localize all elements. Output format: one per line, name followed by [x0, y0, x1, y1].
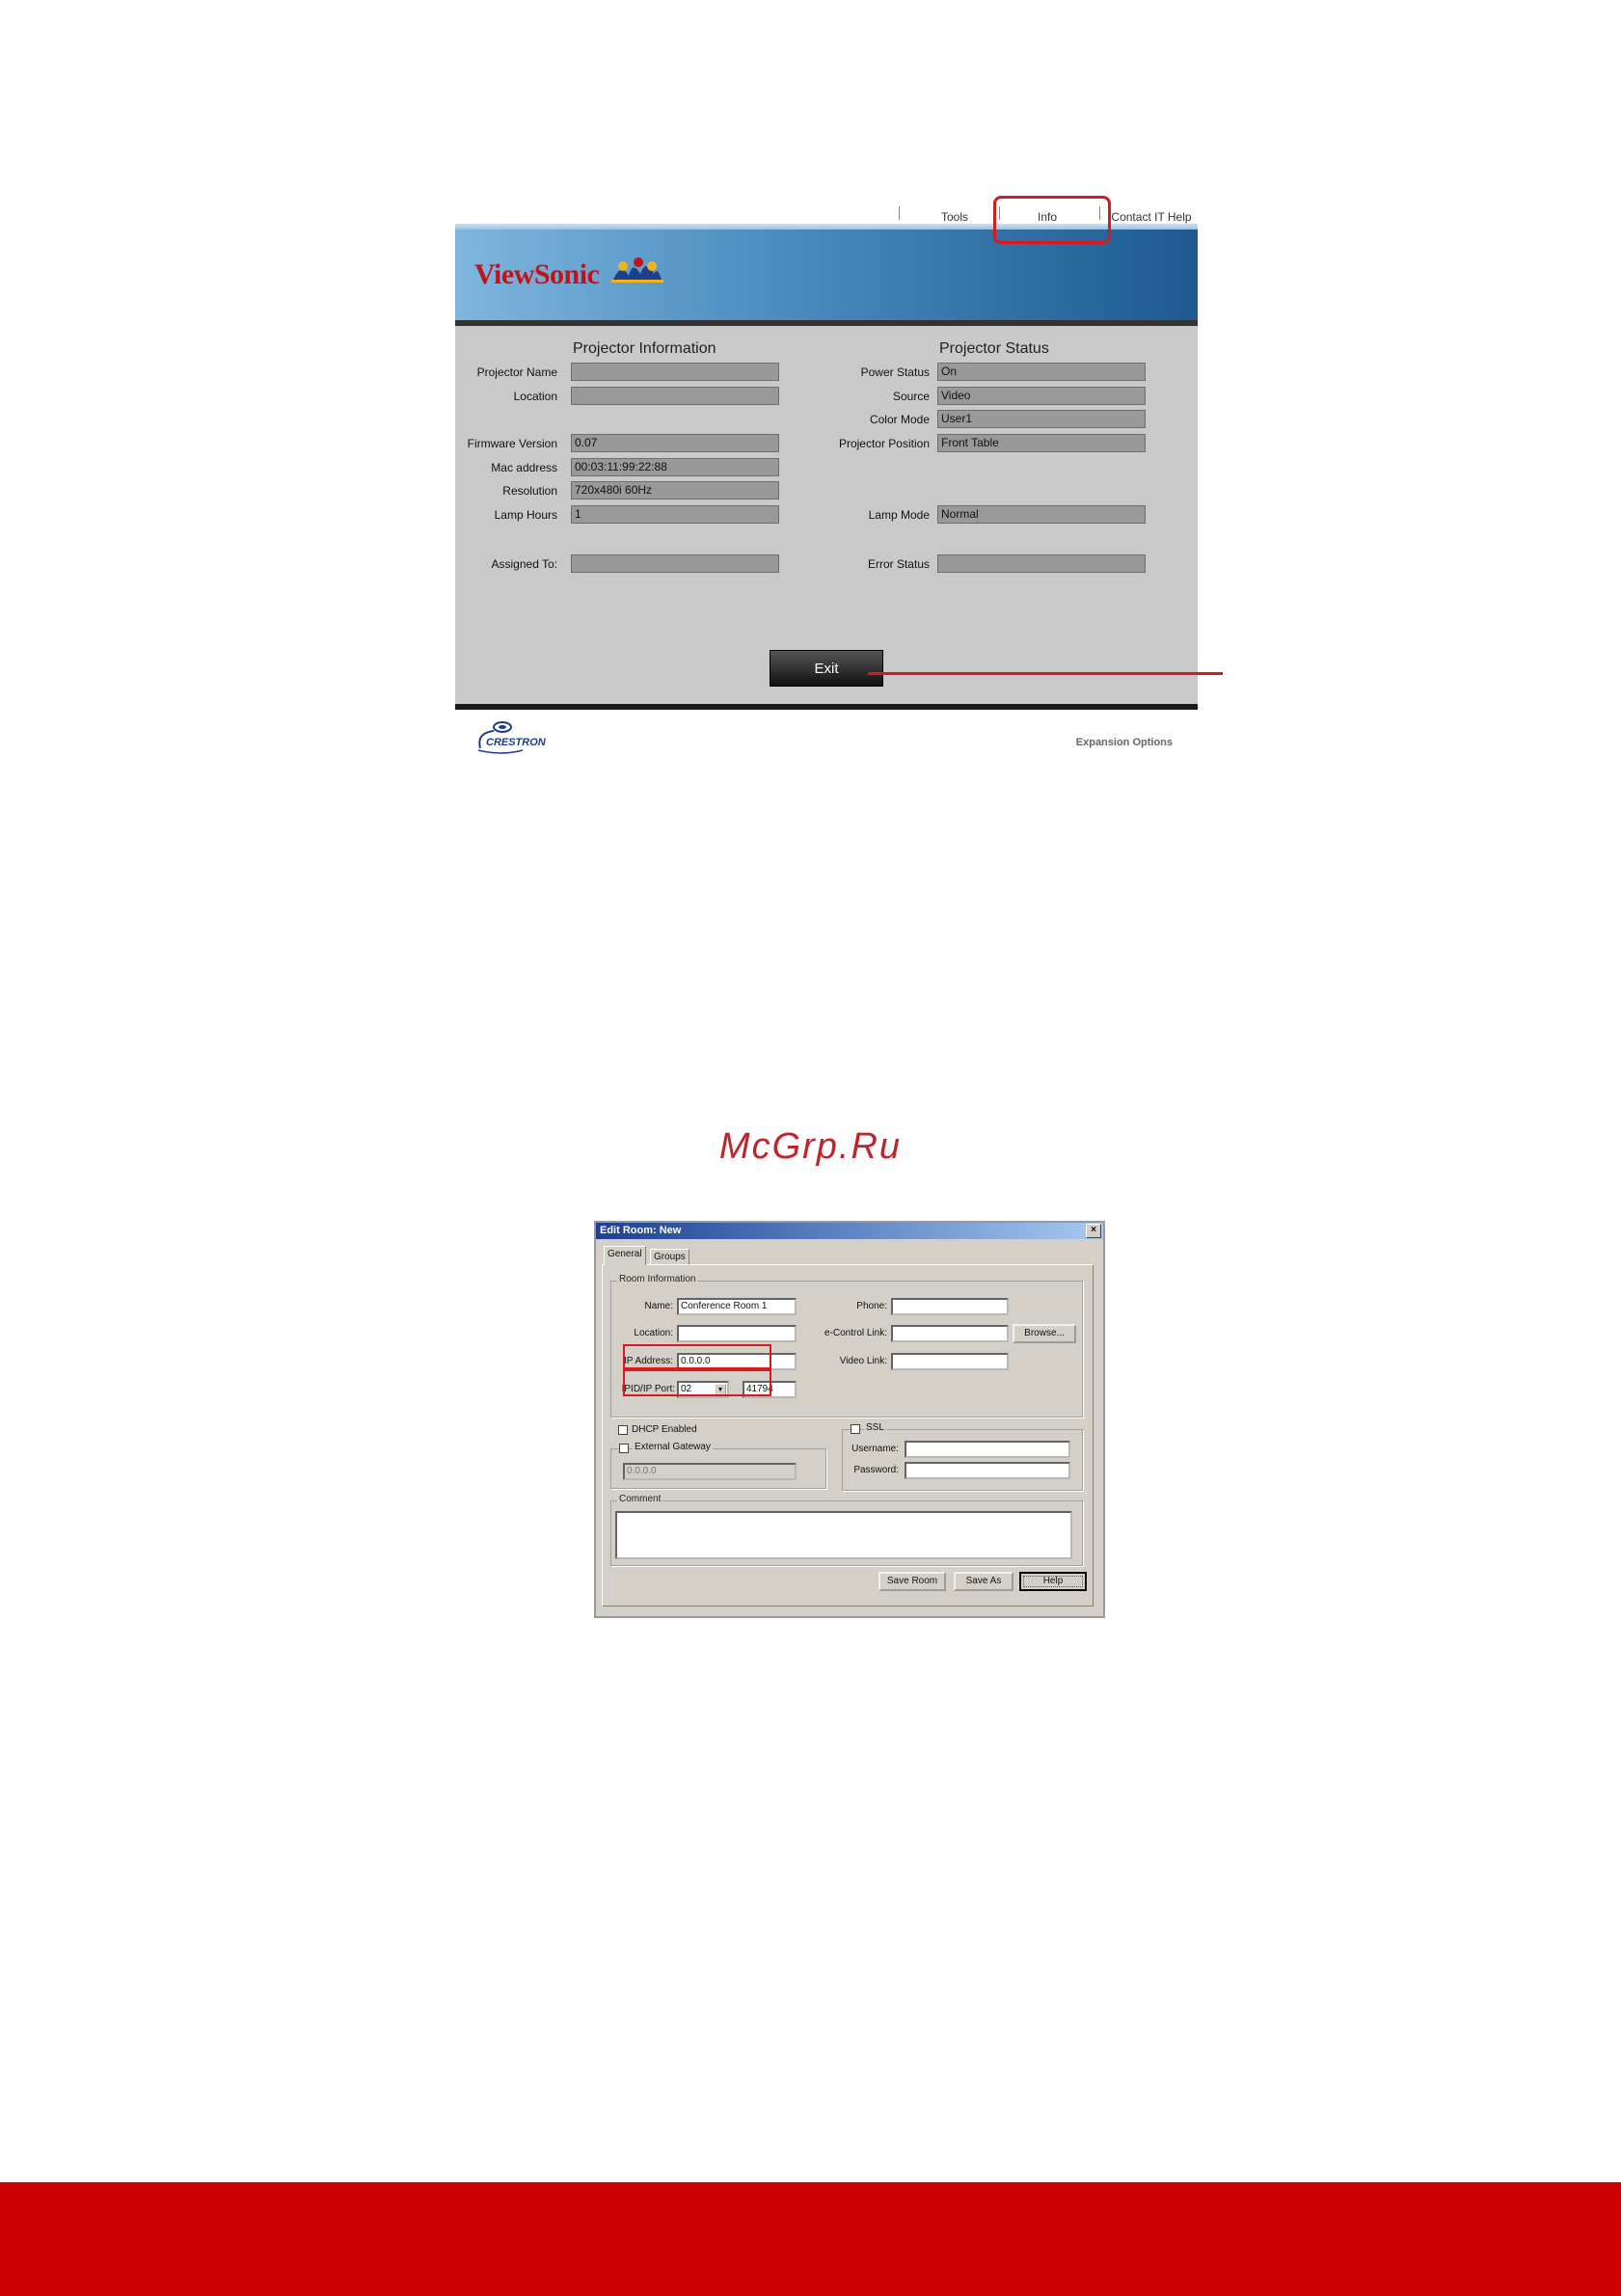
- phone-input[interactable]: [891, 1298, 1009, 1315]
- edit-room-dialog: Edit Room: New × General Groups Room Inf…: [594, 1221, 1105, 1618]
- tab-groups[interactable]: Groups: [650, 1249, 689, 1265]
- ipid-port-callout: [623, 1369, 771, 1396]
- nav-tools-link[interactable]: Tools: [926, 210, 984, 224]
- info-panel: Projector Information Projector Status P…: [455, 326, 1198, 704]
- footer-band: [0, 2182, 1621, 2296]
- color-mode-value: User1: [937, 410, 1146, 428]
- resolution-value: 720x480i 60Hz: [571, 481, 779, 500]
- phone-label: Phone:: [856, 1301, 887, 1311]
- field-label: Firmware Version: [467, 437, 557, 450]
- expansion-options-link[interactable]: Expansion Options: [1076, 737, 1173, 748]
- username-label: Username:: [851, 1444, 899, 1454]
- name-label: Name:: [644, 1301, 673, 1311]
- mac-address-value: 00:03:11:99:22:88: [571, 458, 779, 476]
- field-label: Power Status: [860, 365, 930, 379]
- external-gateway-label: External Gateway: [633, 1442, 713, 1452]
- projector-web-ui: Tools Info Contact IT Help ViewSonic Pro…: [455, 201, 1198, 760]
- username-input[interactable]: [905, 1441, 1070, 1458]
- general-tab-page: Room Information Name: Conference Room 1…: [602, 1264, 1094, 1607]
- room-information-label: Room Information: [617, 1274, 698, 1284]
- password-label: Password:: [853, 1465, 899, 1475]
- dialog-title: Edit Room: New: [600, 1225, 682, 1236]
- location-input[interactable]: [677, 1325, 797, 1342]
- field-label: Location: [513, 390, 557, 403]
- dialog-titlebar: Edit Room: New ×: [596, 1223, 1103, 1239]
- save-room-button[interactable]: Save Room: [878, 1572, 946, 1591]
- lamp-hours-value: 1: [571, 505, 779, 524]
- field-label: Error Status: [867, 557, 930, 571]
- gateway-group: External Gateway 0.0.0.0: [610, 1442, 826, 1489]
- ssl-label: SSL: [864, 1422, 886, 1433]
- help-button[interactable]: Help: [1019, 1572, 1087, 1591]
- birds-logo-icon: [611, 257, 663, 283]
- field-label: Lamp Hours: [494, 508, 557, 522]
- firmware-version-value: 0.07: [571, 434, 779, 452]
- external-gateway-checkbox[interactable]: [619, 1444, 629, 1453]
- location-label: Location:: [634, 1328, 673, 1338]
- nav-contact-link[interactable]: Contact IT Help: [1107, 210, 1196, 224]
- error-status-value: [937, 554, 1146, 573]
- projector-information-title: Projector Information: [573, 340, 716, 357]
- gateway-input: 0.0.0.0: [623, 1463, 797, 1480]
- browse-button[interactable]: Browse...: [1013, 1324, 1076, 1343]
- save-as-button[interactable]: Save As: [954, 1572, 1013, 1591]
- field-label: Resolution: [502, 484, 557, 498]
- exit-callout-line: [868, 672, 1223, 675]
- watermark-text: McGrp.Ru: [718, 1126, 903, 1167]
- close-icon[interactable]: ×: [1086, 1224, 1101, 1238]
- power-status-value: On: [937, 363, 1146, 381]
- video-link-label: Video Link:: [839, 1356, 887, 1366]
- field-label: Projector Name: [476, 365, 557, 379]
- ip-address-callout: [623, 1344, 771, 1369]
- lamp-mode-value: Normal: [937, 505, 1146, 524]
- name-input[interactable]: Conference Room 1: [677, 1298, 797, 1315]
- field-label: Source: [892, 390, 930, 403]
- password-input[interactable]: [905, 1462, 1070, 1479]
- comment-textarea[interactable]: [615, 1511, 1072, 1559]
- nav-separator: [899, 206, 900, 220]
- ssl-checkbox[interactable]: [851, 1424, 860, 1434]
- econtrol-link-input[interactable]: [891, 1325, 1009, 1342]
- info-callout-highlight: [993, 196, 1111, 244]
- location-value: [571, 387, 779, 405]
- field-label: Projector Position: [838, 437, 930, 450]
- tab-general[interactable]: General: [604, 1246, 646, 1265]
- video-link-input[interactable]: [891, 1353, 1009, 1370]
- projector-position-value: Front Table: [937, 434, 1146, 452]
- projector-name-value: [571, 363, 779, 381]
- ssl-group: SSL Username: Password:: [842, 1422, 1083, 1491]
- field-label: Assigned To:: [491, 557, 558, 571]
- comment-group: Comment: [610, 1494, 1083, 1566]
- dhcp-checkbox[interactable]: [618, 1425, 628, 1435]
- source-value: Video: [937, 387, 1146, 405]
- field-label: Color Mode: [869, 413, 930, 426]
- crestron-text: CRESTRON: [486, 737, 546, 748]
- brand-logo: ViewSonic: [474, 258, 600, 290]
- field-label: Mac address: [491, 461, 557, 474]
- exit-button[interactable]: Exit: [770, 650, 883, 687]
- assigned-to-value: [571, 554, 779, 573]
- footer-bar: [455, 704, 1198, 710]
- field-label: Lamp Mode: [868, 508, 930, 522]
- dhcp-label: DHCP Enabled: [632, 1424, 697, 1435]
- comment-label: Comment: [617, 1494, 663, 1504]
- projector-status-title: Projector Status: [939, 340, 1049, 357]
- econtrol-link-label: e-Control Link:: [824, 1328, 887, 1338]
